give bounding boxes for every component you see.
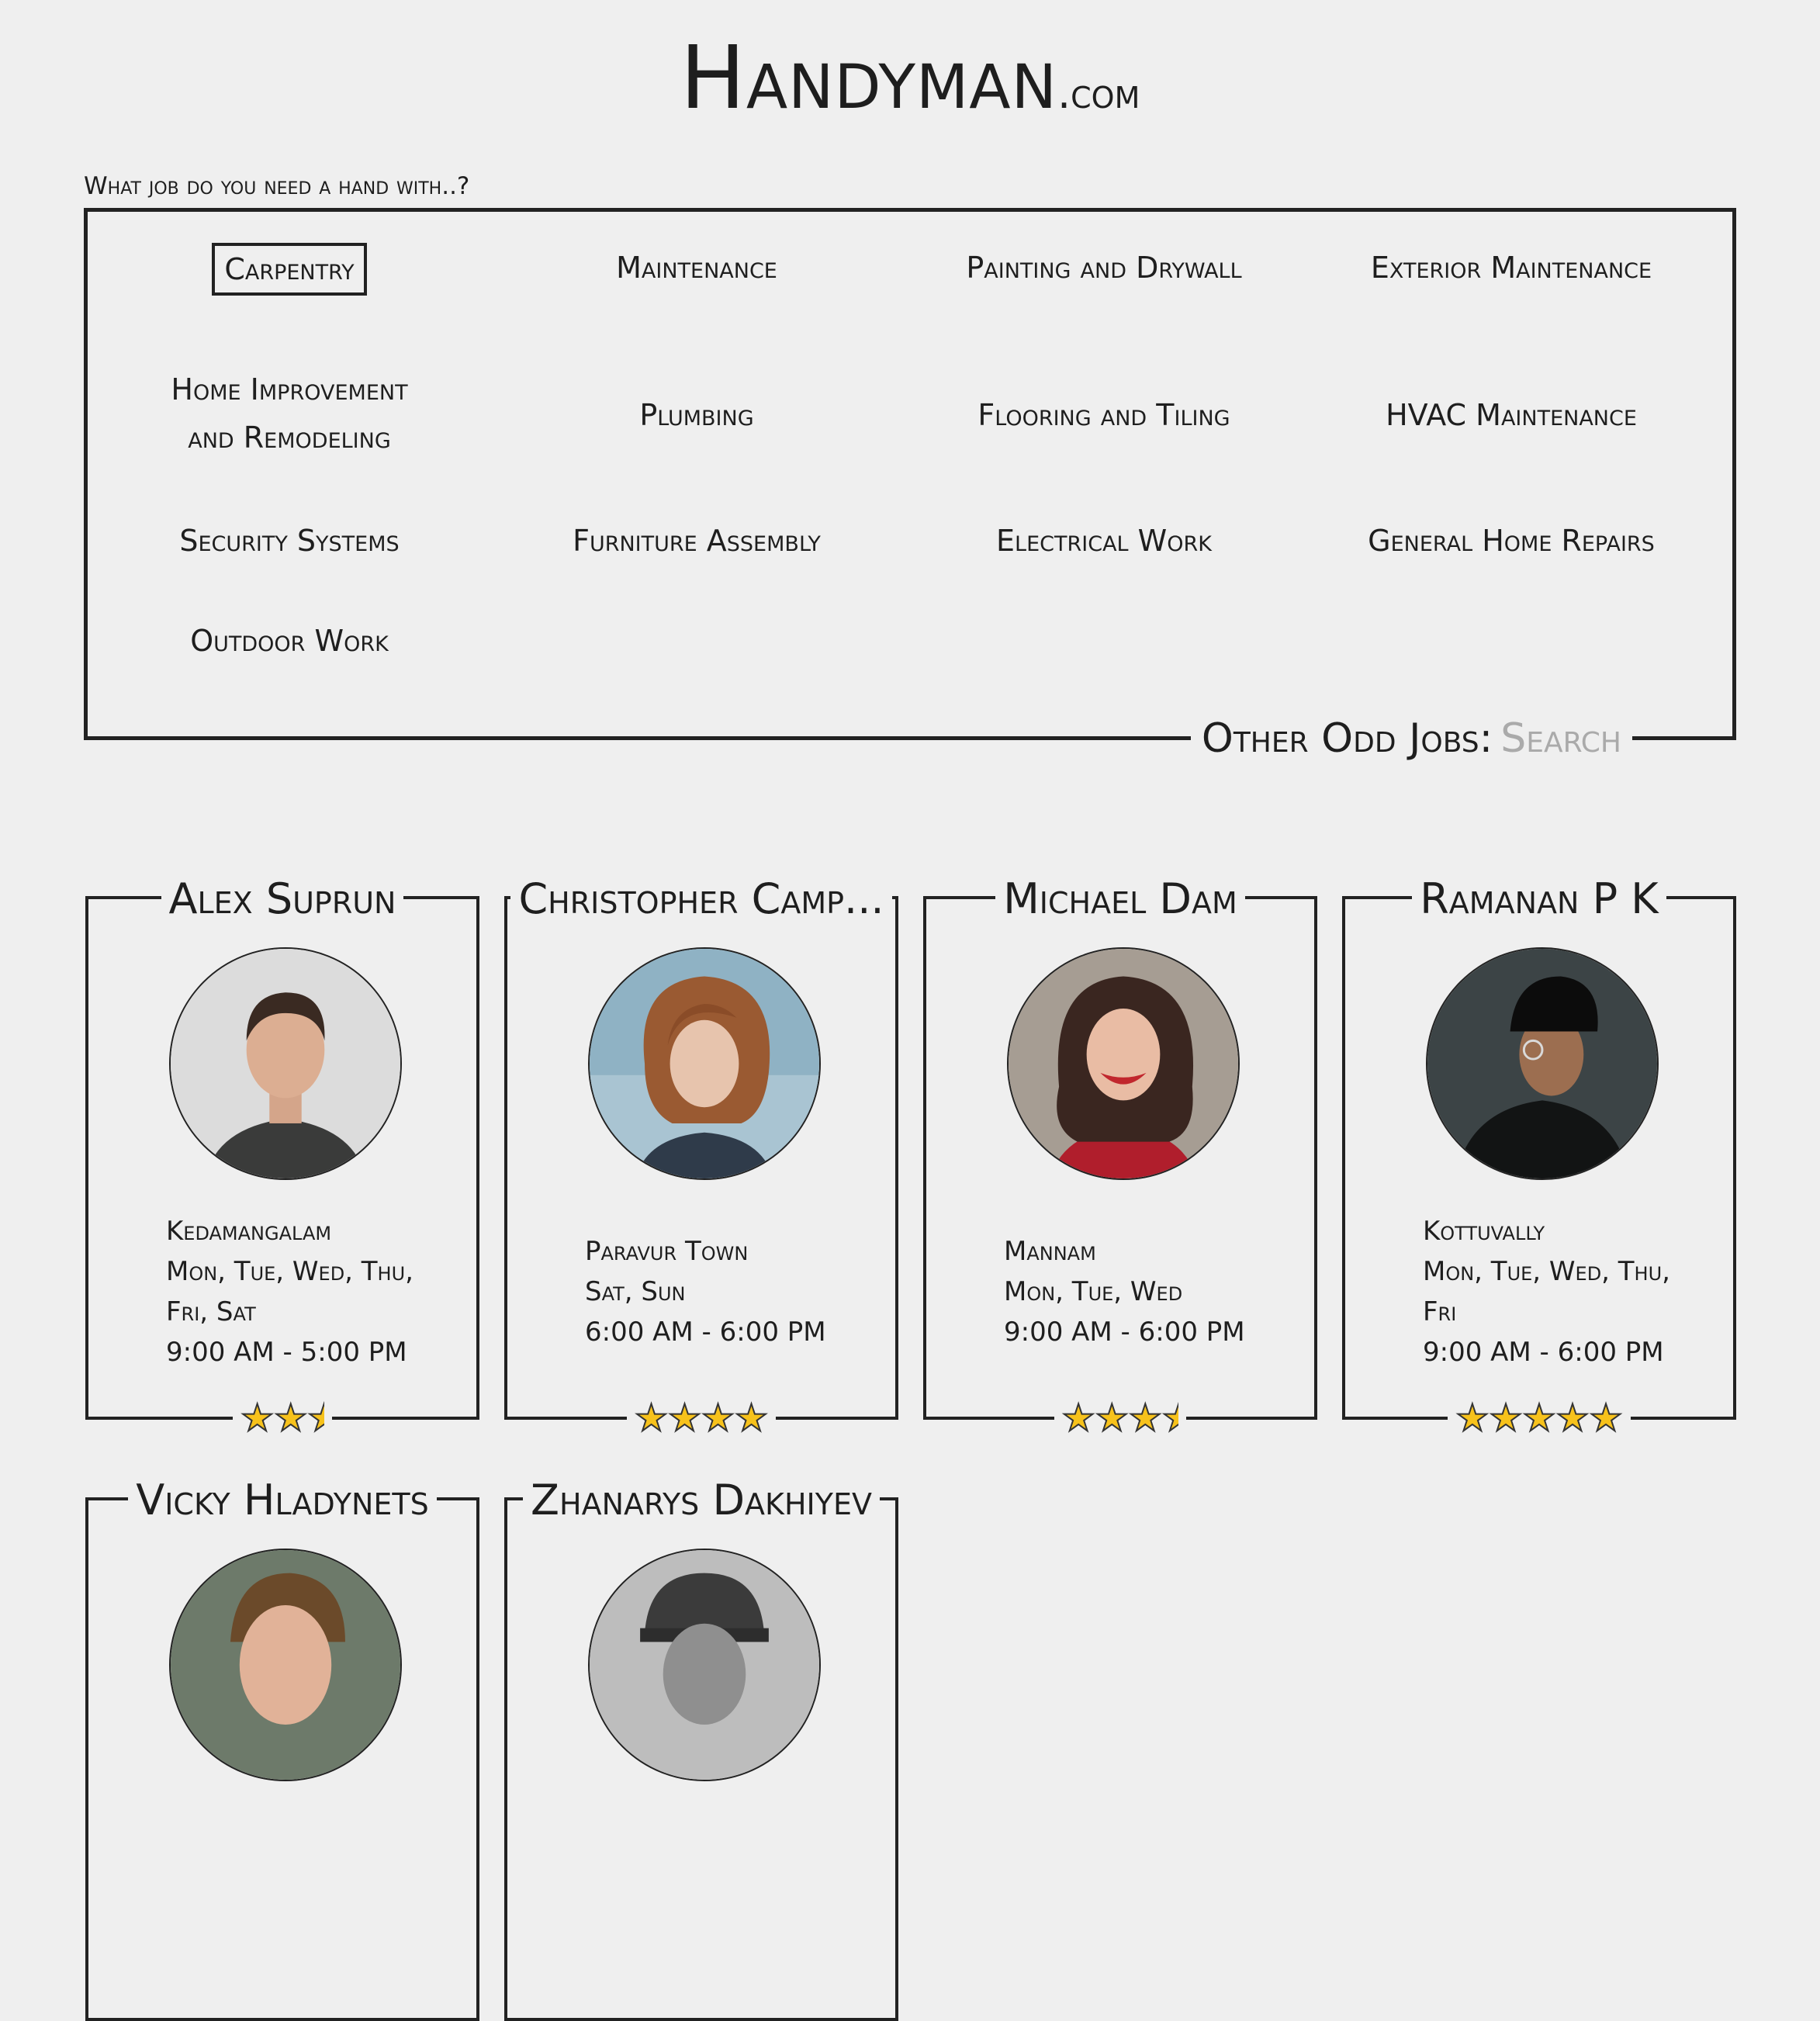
worker-card[interactable]: Vicky Hladynets bbox=[85, 1476, 479, 2021]
category-hvac-maintenance[interactable]: HVAC Maintenance bbox=[1317, 390, 1705, 440]
worker-name: Michael Dam bbox=[995, 874, 1245, 923]
star-icon: ★ bbox=[634, 1396, 669, 1440]
category-outdoor-work[interactable]: Outdoor Work bbox=[95, 616, 483, 666]
worker-name: Alex Suprun bbox=[161, 874, 404, 923]
logo-tld: .com bbox=[1057, 69, 1140, 118]
job-prompt: What job do you need a hand with..? bbox=[84, 172, 470, 200]
star-icon: ★ bbox=[1555, 1396, 1590, 1440]
avatar-image bbox=[171, 1550, 400, 1780]
worker-hours: 9:00 AM - 5:00 PM bbox=[166, 1337, 407, 1368]
worker-location: Kedamangalam bbox=[166, 1216, 332, 1247]
star-icon: ★ bbox=[273, 1396, 308, 1440]
avatar-image bbox=[1427, 949, 1657, 1178]
category-panel: Carpentry Maintenance Painting and Drywa… bbox=[84, 208, 1736, 740]
category-electrical-work[interactable]: Electrical Work bbox=[910, 516, 1298, 566]
worker-card[interactable]: Ramanan P K Kottuvally Mon, Tue, Wed, Th… bbox=[1342, 874, 1736, 1440]
avatar-image bbox=[590, 1550, 819, 1780]
worker-card[interactable]: Zhanarys Dakhiyev bbox=[504, 1476, 898, 2021]
category-painting-drywall[interactable]: Painting and Drywall bbox=[910, 243, 1298, 292]
worker-name: Ramanan P K bbox=[1412, 874, 1666, 923]
category-furniture-assembly[interactable]: Furniture Assembly bbox=[503, 516, 891, 566]
worker-avatar bbox=[169, 947, 402, 1180]
worker-days: Mon, Tue, Wed bbox=[1004, 1276, 1183, 1307]
star-icon: ★ bbox=[1455, 1396, 1490, 1440]
category-home-improvement[interactable]: Home Improvement and Remodeling bbox=[95, 365, 483, 462]
worker-hours: 6:00 AM - 6:00 PM bbox=[585, 1317, 826, 1348]
star-icon: ★ bbox=[1521, 1396, 1556, 1440]
rating-stars: ★★★★ bbox=[507, 1396, 895, 1440]
star-icon: ★ bbox=[701, 1396, 735, 1440]
search-input[interactable]: Search bbox=[1500, 715, 1621, 762]
logo-name: Handyman bbox=[680, 28, 1057, 129]
rating-stars: ★★★ bbox=[88, 1396, 476, 1440]
worker-location: Paravur Town bbox=[585, 1236, 749, 1267]
category-general-home-repairs[interactable]: General Home Repairs bbox=[1317, 516, 1705, 566]
half-star-icon: ★ bbox=[307, 1398, 324, 1438]
worker-days: Mon, Tue, Wed, Thu, bbox=[166, 1256, 413, 1287]
star-icon: ★ bbox=[1589, 1396, 1624, 1440]
worker-name: Vicky Hladynets bbox=[128, 1476, 437, 1524]
other-jobs-label: Other Odd Jobs: bbox=[1201, 715, 1493, 762]
worker-days: Mon, Tue, Wed, Thu, bbox=[1423, 1256, 1670, 1287]
half-star-icon: ★ bbox=[1161, 1398, 1179, 1438]
star-icon: ★ bbox=[1061, 1396, 1096, 1440]
worker-location: Kottuvally bbox=[1423, 1216, 1545, 1247]
category-plumbing[interactable]: Plumbing bbox=[503, 390, 891, 440]
worker-name: Christopher Camp... bbox=[510, 874, 892, 923]
worker-card[interactable]: Alex Suprun Kedamangalam Mon, Tue, Wed, … bbox=[85, 874, 479, 1440]
worker-days: Sat, Sun bbox=[585, 1276, 686, 1307]
category-flooring-tiling[interactable]: Flooring and Tiling bbox=[910, 390, 1298, 440]
worker-card[interactable]: Michael Dam Mannam Mon, Tue, Wed 9:00 AM… bbox=[923, 874, 1317, 1440]
star-icon: ★ bbox=[667, 1396, 702, 1440]
category-exterior-maintenance[interactable]: Exterior Maintenance bbox=[1317, 243, 1705, 292]
star-icon: ★ bbox=[1128, 1396, 1163, 1440]
other-jobs-search: Other Odd Jobs: Search bbox=[1190, 715, 1632, 762]
star-icon: ★ bbox=[240, 1396, 275, 1440]
worker-hours: 9:00 AM - 6:00 PM bbox=[1423, 1337, 1664, 1368]
category-security-systems[interactable]: Security Systems bbox=[95, 516, 483, 566]
worker-avatar bbox=[588, 947, 821, 1180]
worker-location: Mannam bbox=[1004, 1236, 1096, 1267]
avatar-image bbox=[171, 949, 400, 1178]
worker-days: Fri bbox=[1423, 1296, 1457, 1327]
star-icon: ★ bbox=[734, 1396, 769, 1440]
worker-avatar bbox=[1007, 947, 1240, 1180]
rating-stars: ★★★★★ bbox=[1345, 1396, 1733, 1440]
worker-avatar bbox=[588, 1549, 821, 1781]
avatar-image bbox=[1009, 949, 1238, 1178]
worker-hours: 9:00 AM - 6:00 PM bbox=[1004, 1317, 1245, 1348]
worker-avatar bbox=[169, 1549, 402, 1781]
category-maintenance[interactable]: Maintenance bbox=[503, 243, 891, 292]
star-icon: ★ bbox=[1488, 1396, 1523, 1440]
avatar-image bbox=[590, 949, 819, 1178]
worker-card[interactable]: Christopher Camp... Paravur Town Sat, Su… bbox=[504, 874, 898, 1440]
category-carpentry[interactable]: Carpentry bbox=[95, 243, 483, 296]
worker-days: Fri, Sat bbox=[166, 1296, 256, 1327]
rating-stars: ★★★★ bbox=[926, 1396, 1314, 1440]
worker-avatar bbox=[1426, 947, 1659, 1180]
star-icon: ★ bbox=[1095, 1396, 1130, 1440]
worker-name: Zhanarys Dakhiyev bbox=[523, 1476, 880, 1524]
site-logo[interactable]: Handyman.com bbox=[0, 28, 1820, 129]
